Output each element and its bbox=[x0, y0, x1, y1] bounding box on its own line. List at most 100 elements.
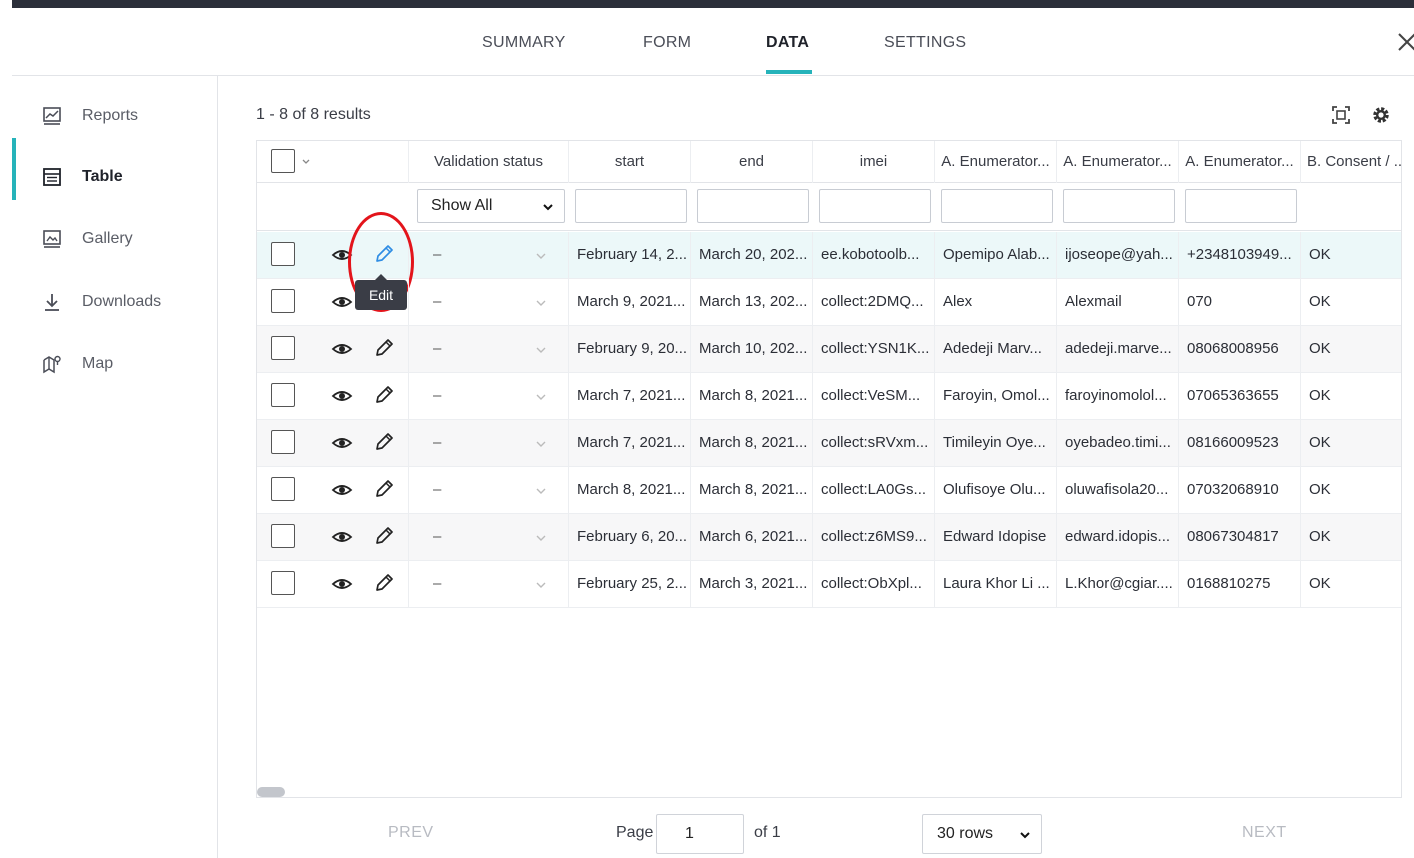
header-consent[interactable]: B. Consent / ... bbox=[1301, 141, 1401, 183]
cell-imei: collect:z6MS9... bbox=[813, 514, 935, 560]
chevron-down-icon[interactable] bbox=[535, 485, 547, 497]
row-checkbox[interactable] bbox=[271, 430, 295, 454]
prev-button[interactable]: PREV bbox=[388, 824, 434, 842]
table-header-row: Validation status start end imei A. Enum… bbox=[257, 141, 1401, 183]
page-number-input[interactable]: 1 bbox=[656, 814, 744, 854]
cell-end: March 20, 202... bbox=[691, 232, 813, 278]
modal: SUMMARY FORM DATA SETTINGS Reports Table… bbox=[12, 8, 1414, 858]
cell-consent: OK bbox=[1309, 575, 1331, 592]
edit-icon[interactable] bbox=[373, 572, 395, 594]
cell-enum3: 08166009523 bbox=[1179, 420, 1301, 466]
cell-consent: OK bbox=[1309, 434, 1331, 451]
row-checkbox[interactable] bbox=[271, 336, 295, 360]
tab-form[interactable]: FORM bbox=[643, 34, 691, 52]
tab-data[interactable]: DATA bbox=[766, 34, 809, 52]
view-icon[interactable] bbox=[331, 292, 353, 312]
header-actions bbox=[257, 141, 409, 183]
row-checkbox[interactable] bbox=[271, 289, 295, 313]
sidebar-item-label: Map bbox=[82, 355, 114, 372]
chevron-down-icon[interactable] bbox=[535, 297, 547, 309]
cell-enum2: oluwafisola20... bbox=[1057, 467, 1179, 513]
header-enumerator-1[interactable]: A. Enumerator... bbox=[935, 141, 1057, 183]
header-start[interactable]: start bbox=[569, 141, 691, 183]
row-checkbox[interactable] bbox=[271, 524, 295, 548]
validation-status-value: – bbox=[433, 340, 442, 357]
table-row: – March 9, 2021... March 13, 202... collect… bbox=[257, 279, 1401, 326]
cell-enum2: adedeji.marve... bbox=[1057, 326, 1179, 372]
sidebar-item-label: Reports bbox=[82, 107, 139, 124]
fullscreen-icon[interactable] bbox=[1330, 104, 1352, 126]
row-checkbox[interactable] bbox=[271, 383, 295, 407]
cell-enum2: ijoseope@yah... bbox=[1057, 232, 1179, 278]
gallery-icon bbox=[43, 230, 61, 248]
cell-imei: collect:VeSM... bbox=[813, 373, 935, 419]
sidebar-item-gallery[interactable]: Gallery bbox=[12, 219, 218, 259]
chevron-down-icon[interactable] bbox=[535, 532, 547, 544]
chevron-down-icon[interactable] bbox=[535, 344, 547, 356]
cell-end: March 8, 2021... bbox=[691, 420, 813, 466]
rows-per-page-value: 30 rows bbox=[937, 825, 994, 842]
row-checkbox[interactable] bbox=[271, 477, 295, 501]
end-filter-input[interactable] bbox=[697, 189, 809, 223]
cell-start: February 25, 2... bbox=[569, 561, 691, 607]
edit-icon[interactable] bbox=[373, 525, 395, 547]
validation-filter-select[interactable]: Show All bbox=[417, 189, 565, 223]
gear-icon[interactable] bbox=[1370, 104, 1392, 126]
header-enumerator-2[interactable]: A. Enumerator... bbox=[1057, 141, 1179, 183]
rows-per-page-select[interactable]: 30 rows bbox=[922, 814, 1042, 854]
validation-status-value: – bbox=[433, 434, 442, 451]
tab-summary[interactable]: SUMMARY bbox=[482, 34, 566, 52]
view-icon[interactable] bbox=[331, 480, 353, 500]
cell-enum3: 07032068910 bbox=[1179, 467, 1301, 513]
cell-consent: OK bbox=[1309, 481, 1331, 498]
close-icon[interactable] bbox=[1396, 30, 1414, 54]
header-end[interactable]: end bbox=[691, 141, 813, 183]
view-icon[interactable] bbox=[331, 386, 353, 406]
top-bar bbox=[12, 0, 1414, 8]
cell-end: March 8, 2021... bbox=[691, 373, 813, 419]
row-checkbox[interactable] bbox=[271, 242, 295, 266]
chevron-down-icon[interactable] bbox=[535, 438, 547, 450]
horizontal-scrollbar[interactable] bbox=[257, 787, 285, 797]
chevron-down-icon bbox=[1020, 832, 1030, 839]
sidebar-item-reports[interactable]: Reports bbox=[12, 96, 218, 136]
row-checkbox[interactable] bbox=[271, 571, 295, 595]
next-button[interactable]: NEXT bbox=[1242, 824, 1287, 842]
cell-start: March 8, 2021... bbox=[569, 467, 691, 513]
edit-icon[interactable] bbox=[373, 384, 395, 406]
tab-settings[interactable]: SETTINGS bbox=[884, 34, 966, 52]
sidebar-item-downloads[interactable]: Downloads bbox=[12, 282, 218, 322]
results-count: 1 - 8 of 8 results bbox=[256, 106, 371, 123]
table-icon bbox=[43, 168, 61, 186]
enumerator-2-filter-input[interactable] bbox=[1063, 189, 1175, 223]
edit-icon[interactable] bbox=[373, 431, 395, 453]
sidebar-item-map[interactable]: Map bbox=[12, 344, 218, 384]
edit-tooltip: Edit bbox=[355, 274, 407, 310]
chevron-down-icon[interactable] bbox=[535, 579, 547, 591]
cell-start: February 14, 2... bbox=[569, 232, 691, 278]
cell-enum2: faroyinomolol... bbox=[1057, 373, 1179, 419]
edit-icon[interactable] bbox=[373, 337, 395, 359]
chevron-down-icon[interactable] bbox=[535, 391, 547, 403]
header-enumerator-3[interactable]: A. Enumerator... bbox=[1179, 141, 1301, 183]
edit-icon[interactable] bbox=[373, 478, 395, 500]
start-filter-input[interactable] bbox=[575, 189, 687, 223]
page-total: of 1 bbox=[754, 824, 781, 841]
active-tab-indicator bbox=[766, 70, 812, 74]
table-row: – March 7, 2021... March 8, 2021... collect… bbox=[257, 420, 1401, 467]
view-icon[interactable] bbox=[331, 339, 353, 359]
enumerator-3-filter-input[interactable] bbox=[1185, 189, 1297, 223]
cell-enum3: +2348103949... bbox=[1179, 232, 1301, 278]
header-imei[interactable]: imei bbox=[813, 141, 935, 183]
sidebar-item-table[interactable]: Table bbox=[12, 157, 218, 197]
imei-filter-input[interactable] bbox=[819, 189, 931, 223]
data-table: Validation status start end imei A. Enum… bbox=[256, 140, 1402, 798]
cell-end: March 8, 2021... bbox=[691, 467, 813, 513]
view-icon[interactable] bbox=[331, 527, 353, 547]
view-icon[interactable] bbox=[331, 433, 353, 453]
view-icon[interactable] bbox=[331, 574, 353, 594]
enumerator-1-filter-input[interactable] bbox=[941, 189, 1053, 223]
chevron-down-icon[interactable] bbox=[535, 250, 547, 262]
cell-enum3: 07065363655 bbox=[1179, 373, 1301, 419]
header-validation-status[interactable]: Validation status bbox=[409, 141, 569, 183]
